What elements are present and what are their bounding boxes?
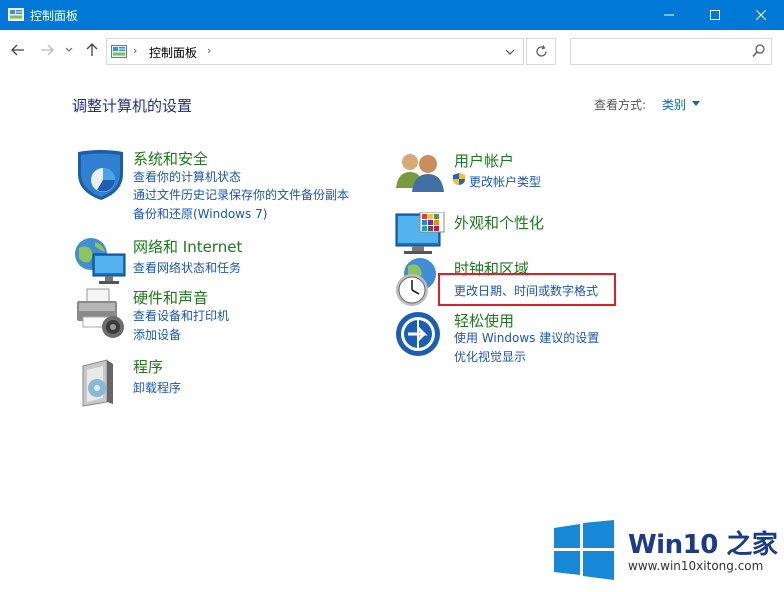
control-panel-app-icon <box>8 8 24 21</box>
category-title-user-accounts[interactable]: 用户帐户 <box>454 150 514 171</box>
users-icon <box>396 154 444 192</box>
category-title-system-security[interactable]: 系统和安全 <box>133 148 208 169</box>
window-title: 控制面板 <box>30 9 79 23</box>
address-bar[interactable]: › 控制面板 › <box>106 38 524 65</box>
printer-icon <box>77 288 124 338</box>
programs-icon <box>82 359 113 407</box>
view-by-label: 查看方式: <box>594 98 647 112</box>
control-panel-icon <box>111 45 127 58</box>
category-title-network-internet[interactable]: 网络和 Internet <box>133 236 242 257</box>
link-backup-restore[interactable]: 备份和还原(Windows 7) <box>133 205 267 222</box>
category-title-hardware-sound[interactable]: 硬件和声音 <box>133 287 208 308</box>
view-by-dropdown[interactable]: 类别 <box>662 96 686 113</box>
maximize-button[interactable] <box>692 0 738 30</box>
page-title: 调整计算机的设置 <box>72 97 193 115</box>
back-button[interactable] <box>8 40 28 60</box>
refresh-icon <box>535 45 547 57</box>
maximize-icon <box>710 10 720 20</box>
search-box[interactable] <box>570 38 772 65</box>
shield-icon <box>78 150 123 200</box>
title-bar: 控制面板 <box>0 0 784 30</box>
windows-logo-icon <box>554 520 614 580</box>
breadcrumb-control-panel[interactable]: 控制面板 <box>149 44 197 61</box>
highlight-box <box>438 273 616 306</box>
control-panel-window: 控制面板 › 控制面板 › 调整计算机的设置 查看方式: 类别 系统和安全 查看… <box>0 0 784 592</box>
recent-locations-button[interactable] <box>62 40 76 60</box>
chevron-down-icon[interactable] <box>503 45 517 59</box>
refresh-button[interactable] <box>526 38 556 65</box>
link-add-device[interactable]: 添加设备 <box>133 326 181 343</box>
ease-of-access-icon <box>396 312 440 356</box>
caret-down-icon[interactable] <box>692 101 700 106</box>
link-uninstall-program[interactable]: 卸载程序 <box>133 379 181 396</box>
close-button[interactable] <box>738 0 784 30</box>
link-recommended-settings[interactable]: 使用 Windows 建议的设置 <box>454 329 599 346</box>
link-file-history[interactable]: 通过文件历史记录保存你的文件备份副本 <box>133 186 349 203</box>
breadcrumb-separator-icon[interactable]: › <box>133 44 137 57</box>
link-devices-printers[interactable]: 查看设备和打印机 <box>133 307 229 324</box>
link-change-account-type[interactable]: 更改帐户类型 <box>469 173 541 190</box>
link-view-computer-status[interactable]: 查看你的计算机状态 <box>133 168 241 185</box>
watermark-brand: Win10 之家 <box>628 530 778 560</box>
close-icon <box>756 10 766 20</box>
minimize-button[interactable] <box>646 0 692 30</box>
watermark-url: www.win10xitong.com <box>628 559 764 573</box>
category-title-programs[interactable]: 程序 <box>133 356 163 377</box>
arrow-up-icon <box>86 43 98 56</box>
category-title-appearance[interactable]: 外观和个性化 <box>454 212 544 233</box>
category-title-ease-of-access[interactable]: 轻松使用 <box>454 310 514 331</box>
chevron-down-icon <box>65 47 73 52</box>
minimize-icon <box>664 14 674 16</box>
link-optimize-visual-display[interactable]: 优化视觉显示 <box>454 348 526 365</box>
network-globe-icon <box>75 238 126 284</box>
up-button[interactable] <box>82 40 102 60</box>
arrow-right-icon <box>41 44 54 56</box>
breadcrumb-separator-icon[interactable]: › <box>207 44 211 57</box>
forward-button[interactable] <box>37 40 57 60</box>
search-icon[interactable] <box>752 44 765 58</box>
navigation-bar: › 控制面板 › <box>0 30 784 72</box>
uac-shield-icon <box>453 173 465 185</box>
link-network-status[interactable]: 查看网络状态和任务 <box>133 259 241 276</box>
search-input[interactable] <box>575 43 745 61</box>
arrow-left-icon <box>11 44 24 56</box>
